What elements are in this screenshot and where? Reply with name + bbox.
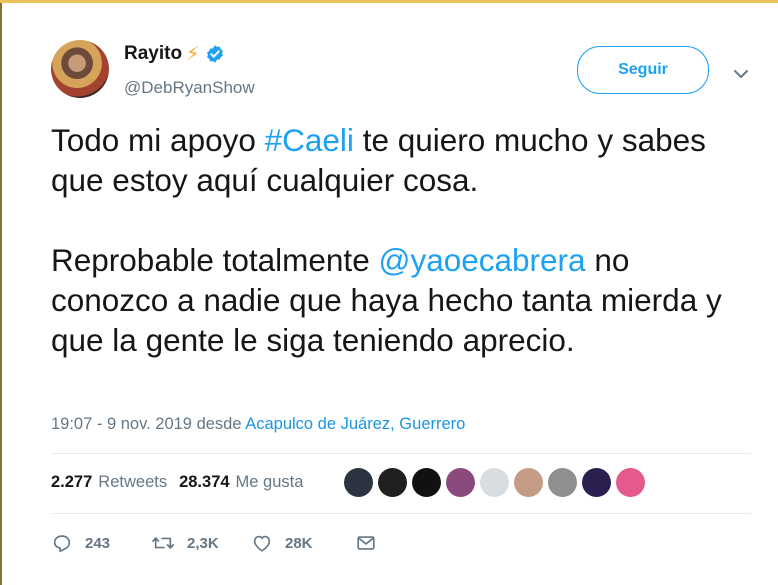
reply-action[interactable]: 243 (51, 532, 151, 554)
tweet-meta: 19:07 - 9 nov. 2019 desde Acapulco de Ju… (51, 415, 465, 434)
text-segment: Todo mi apoyo (51, 122, 265, 158)
liker-avatar[interactable] (378, 468, 407, 497)
liker-avatar[interactable] (548, 468, 577, 497)
retweets-count[interactable]: 2.277 (51, 473, 92, 492)
user-handle[interactable]: @DebRyanShow (124, 78, 255, 98)
retweet-count: 2,3K (187, 534, 219, 552)
avatar[interactable] (51, 40, 109, 98)
liker-avatar[interactable] (480, 468, 509, 497)
liker-avatar[interactable] (582, 468, 611, 497)
lightning-emoji: ⚡ (186, 43, 200, 65)
verified-badge-icon (205, 44, 225, 64)
location-link[interactable]: Acapulco de Juárez, Guerrero (245, 415, 465, 433)
reply-icon[interactable] (51, 532, 73, 554)
likes-label[interactable]: Me gusta (236, 473, 304, 492)
text-segment: Reprobable totalmente (51, 242, 379, 278)
like-count: 28K (285, 534, 313, 552)
mention-link[interactable]: @yaoecabrera (378, 242, 585, 278)
hashtag-link[interactable]: #Caeli (265, 122, 354, 158)
liker-avatars (344, 468, 645, 497)
chevron-down-icon[interactable] (731, 64, 751, 84)
likes-count[interactable]: 28.374 (179, 473, 229, 492)
like-action[interactable]: 28K (251, 532, 355, 554)
liker-avatar[interactable] (446, 468, 475, 497)
user-name[interactable]: Rayito (124, 43, 182, 65)
liker-avatar[interactable] (514, 468, 543, 497)
retweets-label[interactable]: Retweets (98, 473, 167, 492)
liker-avatar[interactable] (616, 468, 645, 497)
direct-message-action[interactable] (355, 532, 377, 554)
liker-avatar[interactable] (344, 468, 373, 497)
timestamp[interactable]: 19:07 - 9 nov. 2019 (51, 415, 192, 433)
liker-avatar[interactable] (412, 468, 441, 497)
heart-icon[interactable] (251, 532, 273, 554)
divider (51, 453, 751, 454)
tweet-paragraph: Todo mi apoyo #Caeli te quiero mucho y s… (51, 120, 731, 200)
reply-count: 243 (85, 534, 111, 552)
action-bar: 243 2,3K 28K (51, 532, 377, 554)
follow-button[interactable]: Seguir (577, 46, 709, 94)
tweet-text: Todo mi apoyo #Caeli te quiero mucho y s… (51, 120, 731, 360)
tweet-stats: 2.277 Retweets 28.374 Me gusta (51, 473, 315, 492)
divider (51, 513, 751, 514)
user-name-row: Rayito ⚡ (124, 43, 225, 65)
envelope-icon[interactable] (355, 532, 377, 554)
meta-from: desde (196, 415, 242, 433)
tweet-paragraph: Reprobable totalmente @yaoecabrera no co… (51, 240, 731, 360)
retweet-icon[interactable] (151, 532, 175, 554)
retweet-action[interactable]: 2,3K (151, 532, 251, 554)
